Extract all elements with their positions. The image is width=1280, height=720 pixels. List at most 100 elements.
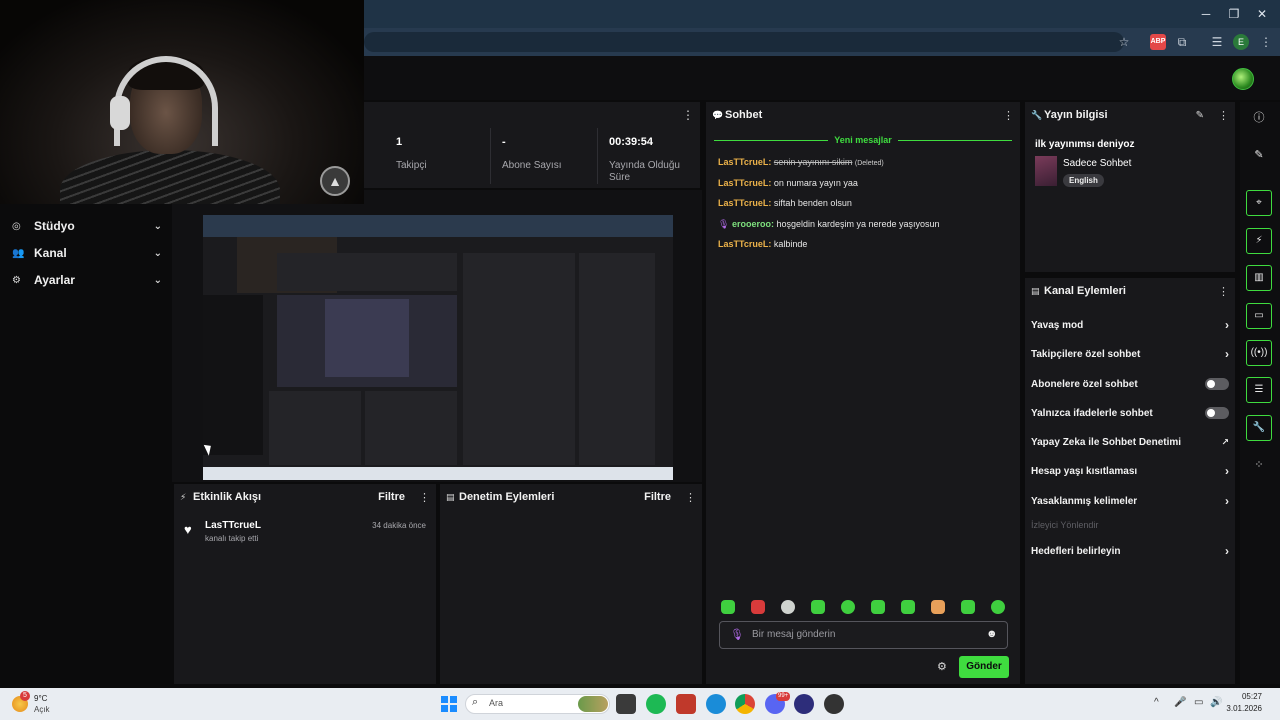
media-control-icon[interactable]: ☰ <box>1209 34 1225 50</box>
chevron-down-icon: ⌄ <box>153 220 162 232</box>
search-highlight-image <box>578 696 608 712</box>
edit-pencil-icon[interactable]: ✎ <box>1196 110 1204 121</box>
notes-icon[interactable]: ▥ <box>1246 265 1272 291</box>
emote-icon[interactable] <box>931 600 945 614</box>
task-view-icon[interactable] <box>616 694 636 714</box>
action-banned-words[interactable]: Yasaklanmış kelimeler › <box>1031 492 1229 510</box>
chrome-icon[interactable] <box>735 694 755 714</box>
clock-time[interactable]: 05:27 <box>1212 692 1262 701</box>
emote-icon[interactable] <box>811 600 825 614</box>
subscribers-only-toggle[interactable] <box>1205 378 1229 390</box>
user-avatar[interactable] <box>1232 68 1254 90</box>
chat-username[interactable]: LasTTcrueL <box>718 157 768 167</box>
bookmark-star-icon[interactable]: ☆ <box>1116 34 1132 50</box>
browser-menu-icon[interactable]: ⋮ <box>1258 34 1274 50</box>
chat-message-text: senin yayınını sikim <box>773 157 853 167</box>
clock-date[interactable]: 3.01.2026 <box>1200 704 1262 713</box>
action-label: Hesap yaşı kısıtlaması <box>1031 465 1138 477</box>
stat-subscribers: - Abone Sayısı <box>502 136 602 172</box>
chat-username[interactable]: erooeroo <box>732 219 771 229</box>
profile-icon[interactable]: E <box>1233 34 1249 50</box>
stats-menu-icon[interactable]: ⋮ <box>682 108 694 122</box>
emote-icon[interactable] <box>901 600 915 614</box>
mic-icon[interactable]: 🎙 <box>730 628 744 641</box>
moderation-header: ▤ Denetim Eylemleri Filtre ⋮ <box>446 490 696 504</box>
emoji-icon[interactable]: ☻ <box>986 628 998 640</box>
chat-message: LasTTcrueL: senin yayınını sikim (Delete… <box>718 157 884 167</box>
chat-message-text: on numara yayın yaa <box>773 178 858 188</box>
address-bar[interactable] <box>364 32 1124 52</box>
action-account-age[interactable]: Hesap yaşı kısıtlaması › <box>1031 462 1229 480</box>
tray-overflow-icon[interactable]: ^ <box>1154 697 1159 708</box>
chevron-right-icon: › <box>1225 544 1229 558</box>
chevron-down-icon: ⌄ <box>153 247 162 259</box>
chat-message-text: hoşgeldin kardeşim ya nerede yaşıyosun <box>776 219 940 229</box>
clip-icon[interactable]: ⌖ <box>1246 190 1272 216</box>
channel-actions-title: Kanal Eylemleri <box>1044 285 1126 297</box>
action-set-goals[interactable]: Hedefleri belirleyin › <box>1031 542 1229 560</box>
search-icon: ⌕ <box>472 696 479 708</box>
activity-feed-panel <box>174 484 436 684</box>
sidebar-item-settings[interactable]: ⚙ Ayarlar ⌄ <box>12 270 162 290</box>
emote-icon[interactable] <box>841 600 855 614</box>
studio-icon: ◎ <box>12 220 21 232</box>
weather-desc: Açık <box>34 705 50 714</box>
action-followers-only[interactable]: Takipçilere özel sohbet › <box>1031 345 1229 363</box>
extensions-puzzle-icon[interactable]: ⧉ <box>1174 34 1190 50</box>
chat-username[interactable]: LasTTcrueL <box>718 198 768 208</box>
emote-icon[interactable] <box>961 600 975 614</box>
stream-category[interactable]: Sadece Sohbet <box>1063 158 1131 169</box>
sidebar-item-channel[interactable]: 👥 Kanal ⌄ <box>12 243 162 263</box>
event-time: 34 dakika önce <box>372 521 426 530</box>
microphone-icon[interactable]: 🎤 <box>1174 697 1186 708</box>
emote-only-toggle[interactable] <box>1205 407 1229 419</box>
action-label: Yavaş mod <box>1031 319 1084 331</box>
info-icon[interactable]: ⓘ <box>1250 109 1268 127</box>
apps-icon[interactable]: ⁘ <box>1250 456 1268 474</box>
wrench-icon[interactable]: 🔧 <box>1246 415 1272 441</box>
chat-username[interactable]: LasTTcrueL <box>718 178 768 188</box>
chat-settings-gear-icon[interactable]: ⚙ <box>937 660 947 673</box>
emote-icon[interactable] <box>721 600 735 614</box>
kebab-menu-icon[interactable]: ⋮ <box>1003 109 1014 122</box>
kebab-menu-icon[interactable]: ⋮ <box>419 491 430 504</box>
emote-icon[interactable] <box>991 600 1005 614</box>
gear-icon: ⚙ <box>12 274 21 286</box>
action-slow-mode[interactable]: Yavaş mod › <box>1031 316 1229 334</box>
edit-pencil-icon[interactable]: ✎ <box>1250 146 1268 164</box>
emote-icon[interactable] <box>781 600 795 614</box>
send-button[interactable]: Gönder <box>959 656 1009 678</box>
emote-icon[interactable] <box>871 600 885 614</box>
maximize-icon[interactable]: ❐ <box>1224 6 1244 22</box>
chevron-right-icon: › <box>1225 494 1229 508</box>
spotify-icon[interactable] <box>646 694 666 714</box>
app-icon[interactable] <box>794 694 814 714</box>
minimize-icon[interactable]: ─ <box>1196 6 1216 22</box>
layout-icon[interactable]: ☰ <box>1246 377 1272 403</box>
broadcast-icon[interactable]: ((•)) <box>1246 340 1272 366</box>
new-messages-separator: Yeni mesajlar <box>834 135 892 145</box>
news-app-icon[interactable] <box>676 694 696 714</box>
adblock-extension-icon[interactable]: ABP <box>1150 34 1166 50</box>
lightning-icon[interactable]: ⚡ <box>1246 228 1272 254</box>
activity-filter-button[interactable]: Filtre <box>378 491 405 503</box>
obs-icon[interactable] <box>824 694 844 714</box>
sidebar-item-studio[interactable]: ◎ Stüdyo ⌄ <box>12 216 162 236</box>
moderation-filter-button[interactable]: Filtre <box>644 491 671 503</box>
kebab-menu-icon[interactable]: ⋮ <box>1218 285 1229 298</box>
kebab-menu-icon[interactable]: ⋮ <box>1218 109 1229 122</box>
stream-preview-video[interactable] <box>203 215 673 480</box>
kebab-menu-icon[interactable]: ⋮ <box>685 491 696 504</box>
stream-info-panel <box>1025 102 1235 272</box>
stat-label: Takipçi <box>396 160 427 171</box>
chat-bubble-icon[interactable]: ▭ <box>1246 303 1272 329</box>
close-icon[interactable]: ✕ <box>1252 6 1272 22</box>
emote-icon[interactable] <box>751 600 765 614</box>
external-link-icon: ↗ <box>1221 436 1229 447</box>
edge-icon[interactable] <box>706 694 726 714</box>
webcam-overlay: ▲ <box>0 0 364 204</box>
category-thumbnail[interactable] <box>1035 156 1057 186</box>
start-windows-icon[interactable] <box>441 696 457 712</box>
action-ai-moderation[interactable]: Yapay Zeka ile Sohbet Denetimi ↗ <box>1031 433 1229 451</box>
chat-username[interactable]: LasTTcrueL <box>718 239 768 249</box>
